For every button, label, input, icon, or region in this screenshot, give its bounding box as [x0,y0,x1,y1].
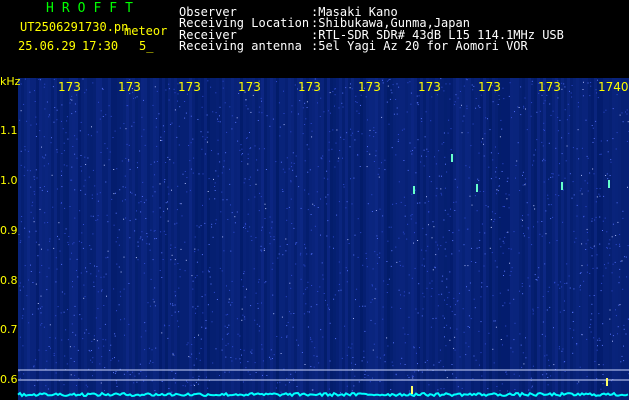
x-tick-3: 173 [178,80,201,94]
y-tick-0-7: 0.7 [0,323,18,336]
time-label: 17:30 [82,39,119,53]
filename-label: UT2506291730.pn [20,20,129,34]
antenna-value: :5el Yagi Az 20 for Aomori VOR [311,39,528,53]
spectrogram-panel [17,78,629,400]
y-tick-1-1: 1.1 [0,124,18,137]
hrofft-logo: HROFFT [46,1,141,16]
antenna-label: Receiving antenna [179,39,302,53]
x-tick-10: 1740 [598,80,629,94]
axis-unit-label: kHz [0,75,21,88]
y-tick-0-6: 0.6 [0,373,18,386]
x-tick-2: 173 [118,80,141,94]
y-tick-0-8: 0.8 [0,274,18,287]
x-tick-9: 173 [538,80,561,94]
x-tick-1: 173 [58,80,81,94]
date-label: 25.06.29 [18,39,76,53]
meteor-label: meteor [124,24,168,38]
x-tick-5: 173 [298,80,321,94]
interval-label: 5_ [139,39,154,53]
y-tick-1-0: 1.0 [0,174,18,187]
vertical-stripes [18,78,629,400]
x-tick-4: 173 [238,80,261,94]
x-tick-7: 173 [418,80,441,94]
y-tick-0-9: 0.9 [0,224,18,237]
x-tick-6: 173 [358,80,381,94]
x-tick-8: 173 [478,80,501,94]
